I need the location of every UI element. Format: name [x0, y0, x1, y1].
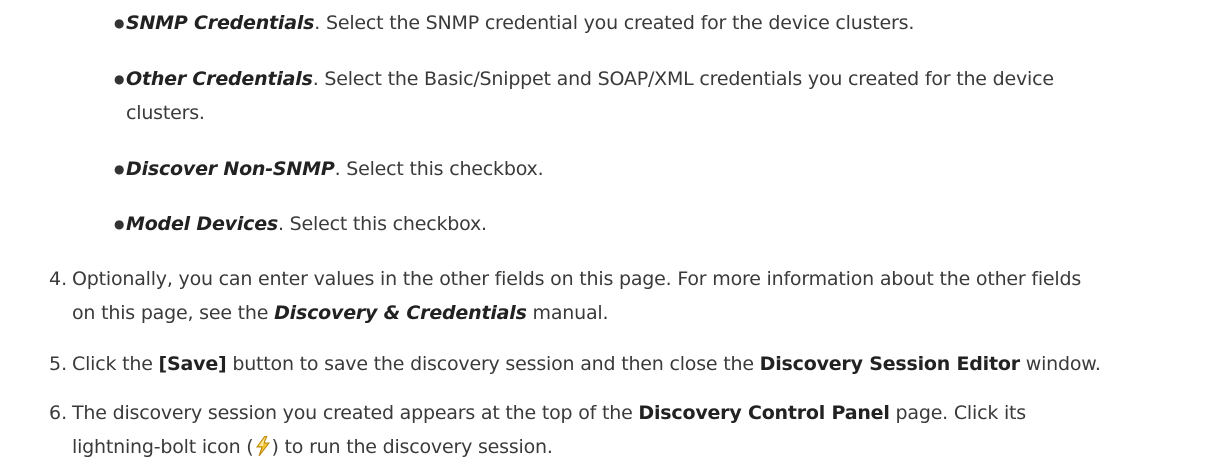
step-text: manual.	[526, 302, 609, 324]
field-term: SNMP Credentials	[126, 12, 315, 34]
field-term: Discover Non-SNMP	[126, 158, 335, 180]
step-text: window.	[1019, 353, 1101, 375]
field-description: . Select this checkbox.	[334, 158, 544, 180]
page-name: Discovery Control Panel	[638, 402, 890, 424]
step-text: button to save the discovery session and…	[226, 353, 760, 375]
bullet-dot: ●	[114, 162, 125, 176]
step-text: The discovery session you created appear…	[72, 402, 639, 424]
bullet-dot: ●	[114, 217, 125, 231]
list-item: ● Model Devices. Select this checkbox.	[100, 207, 1190, 241]
save-button-reference: [Save]	[158, 353, 227, 375]
list-item: ● SNMP Credentials. Select the SNMP cred…	[100, 6, 1190, 40]
step-4: 4. Optionally, you can enter values in t…	[0, 262, 1217, 330]
step-number: 5.	[49, 353, 68, 375]
list-item: ● Other Credentials. Select the Basic/Sn…	[100, 62, 1190, 130]
window-name: Discovery Session Editor	[759, 353, 1020, 375]
step-text: ) to run the discovery session.	[271, 436, 553, 458]
document-page: ● SNMP Credentials. Select the SNMP cred…	[0, 0, 1217, 466]
bullet-dot: ●	[114, 16, 125, 30]
step-text: Optionally, you can enter values in the …	[72, 268, 1082, 290]
step-text: Click the	[72, 353, 159, 375]
field-description: . Select the Basic/Snippet and SOAP/XML …	[312, 68, 1054, 90]
field-description: . Select this checkbox.	[278, 213, 487, 235]
bullet-dot: ●	[114, 72, 125, 86]
field-term: Other Credentials	[126, 68, 313, 90]
lightning-bolt-icon	[255, 436, 270, 456]
step-text: lightning-bolt icon (	[72, 436, 254, 458]
step-text: page. Click its	[889, 402, 1027, 424]
step-number: 6.	[49, 402, 68, 424]
step-text: on this page, see the	[72, 302, 275, 324]
step-5: 5. Click the [Save] button to save the d…	[0, 347, 1217, 381]
field-description-continuation: clusters.	[126, 102, 205, 124]
list-item: ● Discover Non-SNMP. Select this checkbo…	[100, 152, 1190, 186]
step-number: 4.	[49, 268, 68, 290]
field-term: Model Devices	[126, 213, 278, 235]
manual-title: Discovery & Credentials	[274, 302, 527, 324]
field-description: . Select the SNMP credential you created…	[314, 12, 915, 34]
step-6: 6. The discovery session you created app…	[0, 396, 1217, 464]
